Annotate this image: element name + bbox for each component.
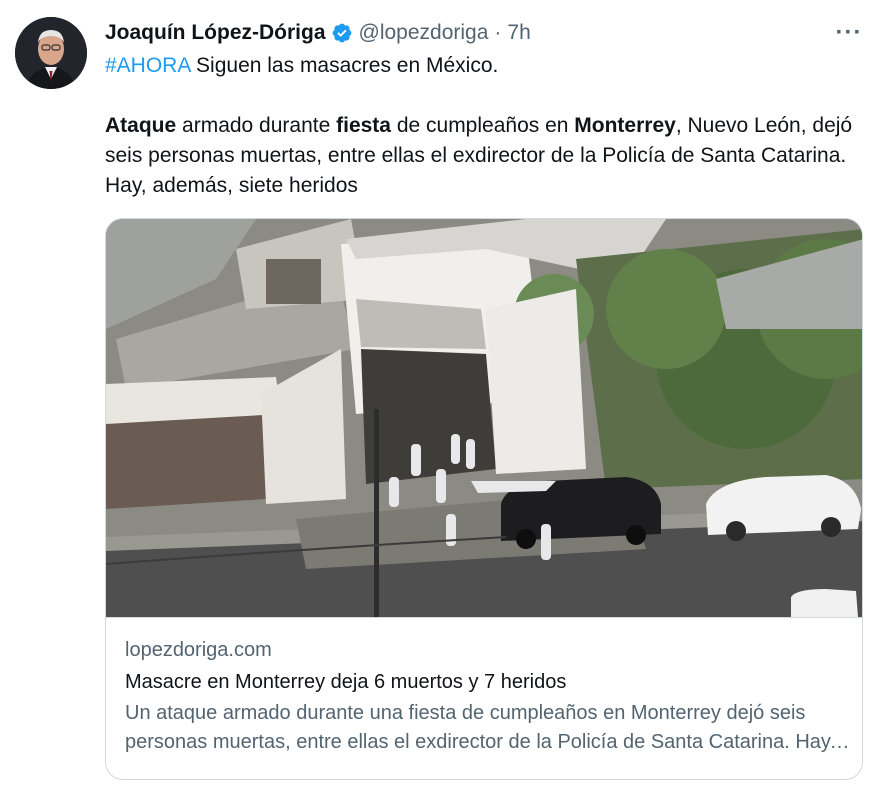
bold-word-ataque: Ataque	[105, 114, 177, 137]
card-body[interactable]: lopezdoriga.com Masacre en Monterrey dej…	[106, 617, 862, 779]
tweet-text-segment: de cumpleaños en	[390, 114, 575, 137]
card-description: Un ataque armado durante una fiesta de c…	[125, 702, 835, 753]
tweet-text-segment: armado durante	[176, 114, 337, 137]
tweet-paragraph-2: Ataque armado durante fiesta de cumpleañ…	[105, 111, 865, 201]
separator-dot: ·	[494, 21, 502, 44]
verified-badge-icon	[331, 22, 353, 44]
card-domain: lopezdoriga.com	[125, 639, 272, 661]
hashtag-link[interactable]: #AHORA	[105, 54, 190, 77]
timestamp[interactable]: 7h	[507, 21, 530, 45]
aerial-scene-image	[106, 219, 862, 617]
author-handle[interactable]: @lopezdoriga	[359, 21, 489, 45]
author-avatar[interactable]	[15, 17, 87, 89]
bold-word-monterrey: Monterrey	[574, 114, 676, 137]
author-name[interactable]: Joaquín López-Dóriga	[105, 21, 326, 45]
tweet-line-1-text: Siguen las masacres en México.	[190, 54, 499, 77]
bold-word-fiesta: fiesta	[336, 114, 391, 137]
avatar-portrait	[15, 17, 87, 89]
card-image[interactable]	[106, 219, 862, 617]
tweet-text: #AHORA Siguen las masacres en México. At…	[105, 51, 865, 201]
card-title: Masacre en Monterrey deja 6 muertos y 7 …	[125, 671, 567, 693]
link-preview-card[interactable]: lopezdoriga.com Masacre en Monterrey dej…	[105, 218, 863, 780]
tweet-header: Joaquín López-Dóriga @lopezdoriga · 7h	[105, 18, 864, 48]
more-options-icon[interactable]: ···	[834, 19, 864, 46]
tweet-line-1: #AHORA Siguen las masacres en México.	[105, 51, 865, 81]
